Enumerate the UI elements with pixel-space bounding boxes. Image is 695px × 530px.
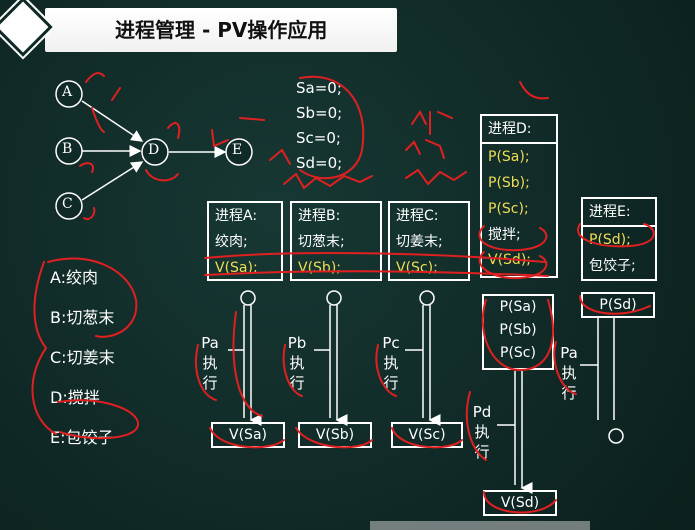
player-bar <box>370 521 590 530</box>
marker-annotations <box>31 72 655 514</box>
slide-board: 进程管理 - PV操作应用 A B C D E Sa=0; Sb=0; Sc=0… <box>0 0 695 530</box>
